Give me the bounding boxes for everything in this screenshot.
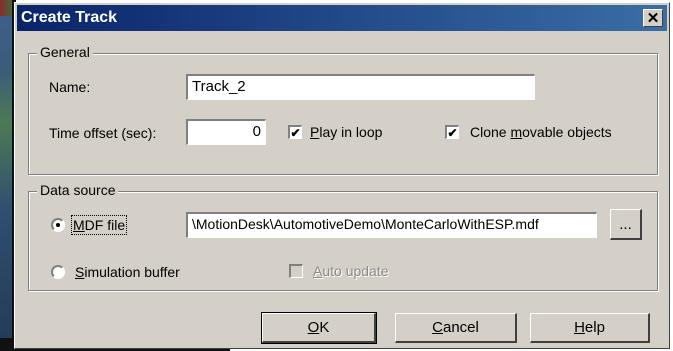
time-offset-input[interactable]: 0 [186, 119, 266, 145]
auto-update-label: Auto update [313, 263, 389, 279]
general-legend: General [37, 44, 93, 60]
create-track-dialog: Create Track ✕ General Name: Track_2 Tim… [14, 2, 670, 349]
title-bar[interactable]: Create Track ✕ [17, 5, 667, 31]
background-app-strip [0, 0, 12, 351]
data-source-legend: Data source [37, 182, 119, 198]
close-icon: ✕ [646, 10, 660, 27]
auto-update-checkbox[interactable] [289, 264, 303, 278]
clone-movable-objects-label[interactable]: Clone movable objects [470, 124, 612, 140]
mdf-file-radio[interactable] [51, 218, 65, 232]
general-group: General [28, 44, 658, 175]
mdf-path-input[interactable]: \MotionDesk\AutomotiveDemo\MonteCarloWit… [186, 212, 597, 238]
play-in-loop-label[interactable]: Play in loop [310, 124, 382, 140]
check-icon: ✔ [290, 125, 301, 140]
close-button[interactable]: ✕ [643, 9, 663, 27]
ok-button[interactable]: OK [261, 312, 377, 344]
mdf-file-label[interactable]: MDF file [70, 215, 128, 235]
simulation-buffer-label[interactable]: Simulation buffer [75, 264, 180, 280]
cancel-button[interactable]: Cancel [395, 313, 517, 343]
radio-selected-dot [56, 223, 60, 227]
time-offset-label: Time offset (sec): [49, 125, 157, 141]
dialog-title: Create Track [21, 9, 118, 26]
simulation-buffer-radio[interactable] [51, 265, 65, 279]
clone-movable-objects-checkbox[interactable]: ✔ [445, 125, 459, 139]
check-icon: ✔ [447, 125, 458, 140]
browse-button[interactable]: ... [610, 209, 642, 240]
name-input[interactable]: Track_2 [186, 74, 535, 100]
name-label: Name: [49, 79, 91, 95]
play-in-loop-checkbox[interactable]: ✔ [288, 125, 302, 139]
help-button[interactable]: Help [530, 313, 650, 343]
